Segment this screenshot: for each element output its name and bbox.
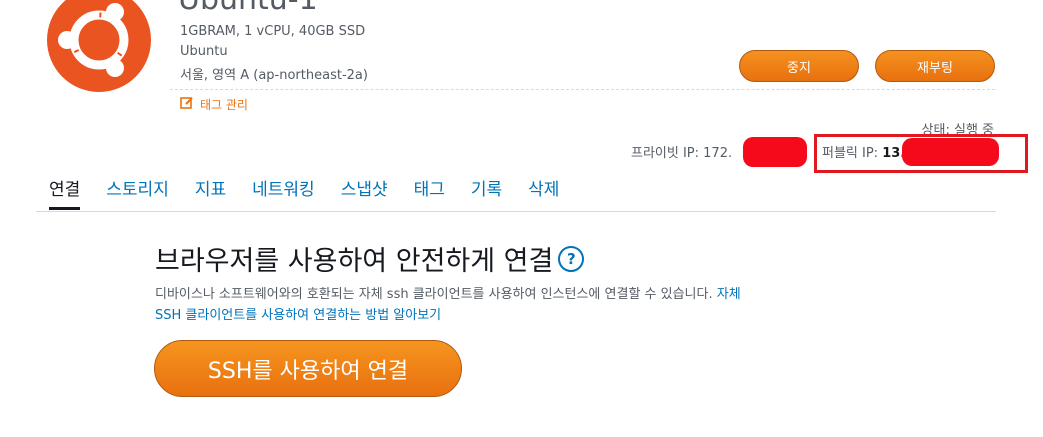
connect-description-text: 디바이스나 소프트웨어와의 호환되는 자체 ssh 클라이언트를 사용하여 인스…	[155, 287, 713, 302]
tabs-divider	[36, 211, 996, 212]
redaction-mark	[902, 138, 999, 166]
tab-metrics[interactable]: 지표	[182, 178, 239, 210]
help-icon[interactable]: ?	[558, 245, 585, 272]
instance-region: 서울, 영역 A (ap-northeast-2a)	[180, 68, 368, 83]
reboot-button[interactable]: 재부팅	[875, 50, 995, 82]
connect-ssh-button[interactable]: SSH를 사용하여 연결	[154, 340, 462, 397]
tab-history[interactable]: 기록	[458, 178, 515, 210]
edit-icon	[180, 95, 194, 114]
tab-networking[interactable]: 네트워킹	[239, 178, 328, 210]
stop-button[interactable]: 중지	[739, 50, 859, 82]
tab-connect[interactable]: 연결	[36, 178, 93, 210]
divider	[170, 89, 995, 90]
redaction-mark	[743, 137, 807, 167]
connect-heading-text: 브라우저를 사용하여 안전하게 연결	[155, 246, 554, 277]
tab-delete[interactable]: 삭제	[515, 178, 572, 210]
ubuntu-logo-icon	[47, 0, 151, 92]
public-ip: 퍼블릭 IP: 13.	[822, 142, 905, 161]
instance-spec: 1GBRAM, 1 vCPU, 40GB SSD	[180, 24, 366, 39]
instance-tabs: 연결 스토리지 지표 네트워킹 스냅샷 태그 기록 삭제	[36, 178, 572, 210]
instance-name: Ubuntu-1	[178, 0, 318, 17]
manage-tags-link[interactable]: 태그 관리	[180, 95, 248, 114]
tab-storage[interactable]: 스토리지	[93, 178, 182, 210]
tab-snapshots[interactable]: 스냅샷	[328, 178, 401, 210]
tab-tags[interactable]: 태그	[401, 178, 458, 210]
connect-description: 디바이스나 소프트웨어와의 호환되는 자체 ssh 클라이언트를 사용하여 인스…	[155, 284, 765, 326]
instance-os: Ubuntu	[180, 44, 228, 59]
public-ip-label: 퍼블릭 IP:	[822, 146, 879, 161]
private-ip: 프라이빗 IP: 172.	[631, 146, 733, 161]
connect-heading: 브라우저를 사용하여 안전하게 연결 ?	[155, 239, 585, 278]
manage-tags-label: 태그 관리	[200, 98, 248, 112]
